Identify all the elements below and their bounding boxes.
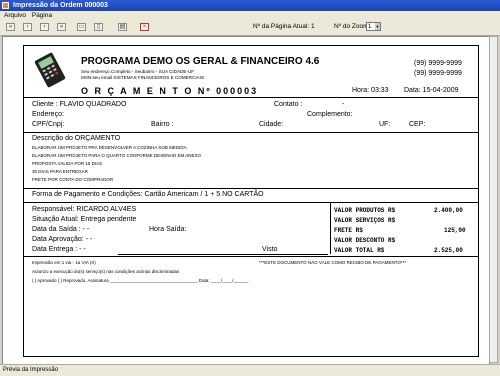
descricao-line: PROPOSTA VALIDA POR 15 DIAS (32, 161, 103, 166)
close-icon[interactable]: × (140, 23, 149, 31)
endereco-field: Endereço: (32, 111, 64, 118)
cidade-field: Cidade: (259, 121, 284, 128)
divider (330, 202, 331, 254)
print-preview-area: PROGRAMA DEMO OS GERAL & FINANCEIRO 4.6 … (2, 36, 490, 365)
zoom-value: 1 (368, 24, 372, 30)
title-bar: Impressão da Ordem 000003 (0, 0, 500, 11)
orcamento-number: O R Ç A M E N T O Nº 000003 (81, 86, 259, 96)
contato-field: Contato : (274, 101, 303, 108)
contato-value: - (342, 101, 345, 108)
app-icon (2, 2, 9, 9)
doc-hora: Hora: 03:33 (352, 87, 389, 94)
nao-vale-notice: ***ESTE DOCUMENTO NÃO VALE COMO RECIBO D… (259, 260, 407, 265)
data-saida-field: Data da Saída : - - (32, 226, 90, 233)
pages-icon[interactable]: ▯ (94, 23, 103, 31)
complemento-field: Complemento: (307, 111, 353, 118)
descricao-line: 30 DIAS PARA ENTREGAR (32, 169, 88, 174)
total-label: FRETE R$ (334, 227, 363, 234)
descricao-line: ELABORAR UM PROJETO PARA O QUARTO CONFOR… (32, 153, 201, 158)
data-aprovacao-field: Data Aprovação: - - (32, 236, 93, 243)
descricao-line: FRETE POR CONTA DO COMPRADOR (32, 177, 114, 182)
doc-data: Data: 15-04-2009 (404, 87, 459, 94)
visto-label: Visto (262, 246, 278, 253)
menu-arquivo[interactable]: Arquivo (4, 12, 26, 19)
situacao-field: Situação Atual: Entrega pendente (32, 216, 137, 223)
data-entrega-field: Data Entrega : - - (32, 246, 86, 253)
total-label: VALOR PRODUTOS R$ (334, 207, 396, 214)
total-value: 2.400,00 (434, 207, 463, 214)
company-contact: MSN:seu email SISTEMAS FINANCEIROS E COM… (81, 75, 205, 80)
window-title: Impressão da Ordem 000003 (13, 2, 108, 9)
divider (24, 188, 478, 189)
zoom-label: Nº do Zoom: (334, 23, 371, 30)
document-page: PROGRAMA DEMO OS GERAL & FINANCEIRO 4.6 … (23, 45, 479, 357)
last-page-icon[interactable]: » (57, 23, 66, 31)
divider (24, 256, 478, 257)
divider (24, 132, 478, 133)
vertical-scrollbar[interactable] (489, 36, 498, 363)
status-bar: Prévia da Impressão (0, 364, 500, 376)
cep-field: CEP: (409, 121, 426, 128)
phone-1: (99) 9999-9999 (414, 60, 462, 67)
page-icon[interactable]: ▭ (77, 23, 86, 31)
responsavel-field: Responsável: RICARDO ALV4ES (32, 206, 137, 213)
signature-line (118, 254, 328, 255)
autorizo-text: Autorizo a execução do(s) serviço(s) nas… (32, 269, 180, 274)
pagamento-field: Forma de Pagamento e Condições: Cartão A… (32, 191, 264, 198)
menu-pagina[interactable]: Página (32, 12, 52, 19)
current-page-label: Nº da Página Atual: 1 (253, 23, 315, 30)
uf-field: UF: (379, 121, 391, 128)
printer-icon[interactable]: ▤ (118, 23, 127, 31)
cpf-field: CPF/Cnpj: (32, 121, 65, 128)
descricao-line: ELABORAR UM PROJETO PRA DESENVOLVER A CO… (32, 145, 187, 150)
descricao-title: Descrição do ORÇAMENTO (32, 135, 121, 142)
impressao-info: Impressão em 1 via - 1a VIA (X) (32, 260, 96, 265)
cliente-field: Cliente : FLAVIO QUADRADO (32, 101, 127, 108)
first-page-icon[interactable]: « (6, 23, 15, 31)
divider (24, 97, 478, 98)
toolbar: « ‹ › » ▭ ▯ ▤ × Nº da Página Atual: 1 Nº… (0, 20, 500, 36)
total-label: VALOR SERVIÇOS R$ (334, 217, 396, 224)
prev-page-icon[interactable]: ‹ (23, 23, 32, 31)
total-value: 2.525,00 (434, 247, 463, 254)
next-page-icon[interactable]: › (40, 23, 49, 31)
status-text: Prévia da Impressão (3, 367, 59, 373)
cash-register-logo (34, 52, 66, 88)
total-label: VALOR TOTAL R$ (334, 247, 385, 254)
phone-2: (99) 9999-9999 (414, 70, 462, 77)
chevron-down-icon: ▼ (375, 23, 380, 30)
total-label: VALOR DESCONTO R$ (334, 237, 396, 244)
company-name: PROGRAMA DEMO OS GERAL & FINANCEIRO 4.6 (81, 56, 320, 67)
divider (24, 202, 478, 203)
hora-saida-field: Hora Saída: (149, 226, 187, 233)
aprovacao-line: ( ) Aprovado ( ) Reprovado. Assinatura _… (32, 278, 249, 283)
zoom-select[interactable]: 1 ▼ (366, 22, 381, 31)
company-address: Seu endereço Completo - Seubairro - SUA … (81, 69, 195, 74)
total-value: 125,00 (444, 227, 466, 234)
bairro-field: Bairro : (151, 121, 174, 128)
